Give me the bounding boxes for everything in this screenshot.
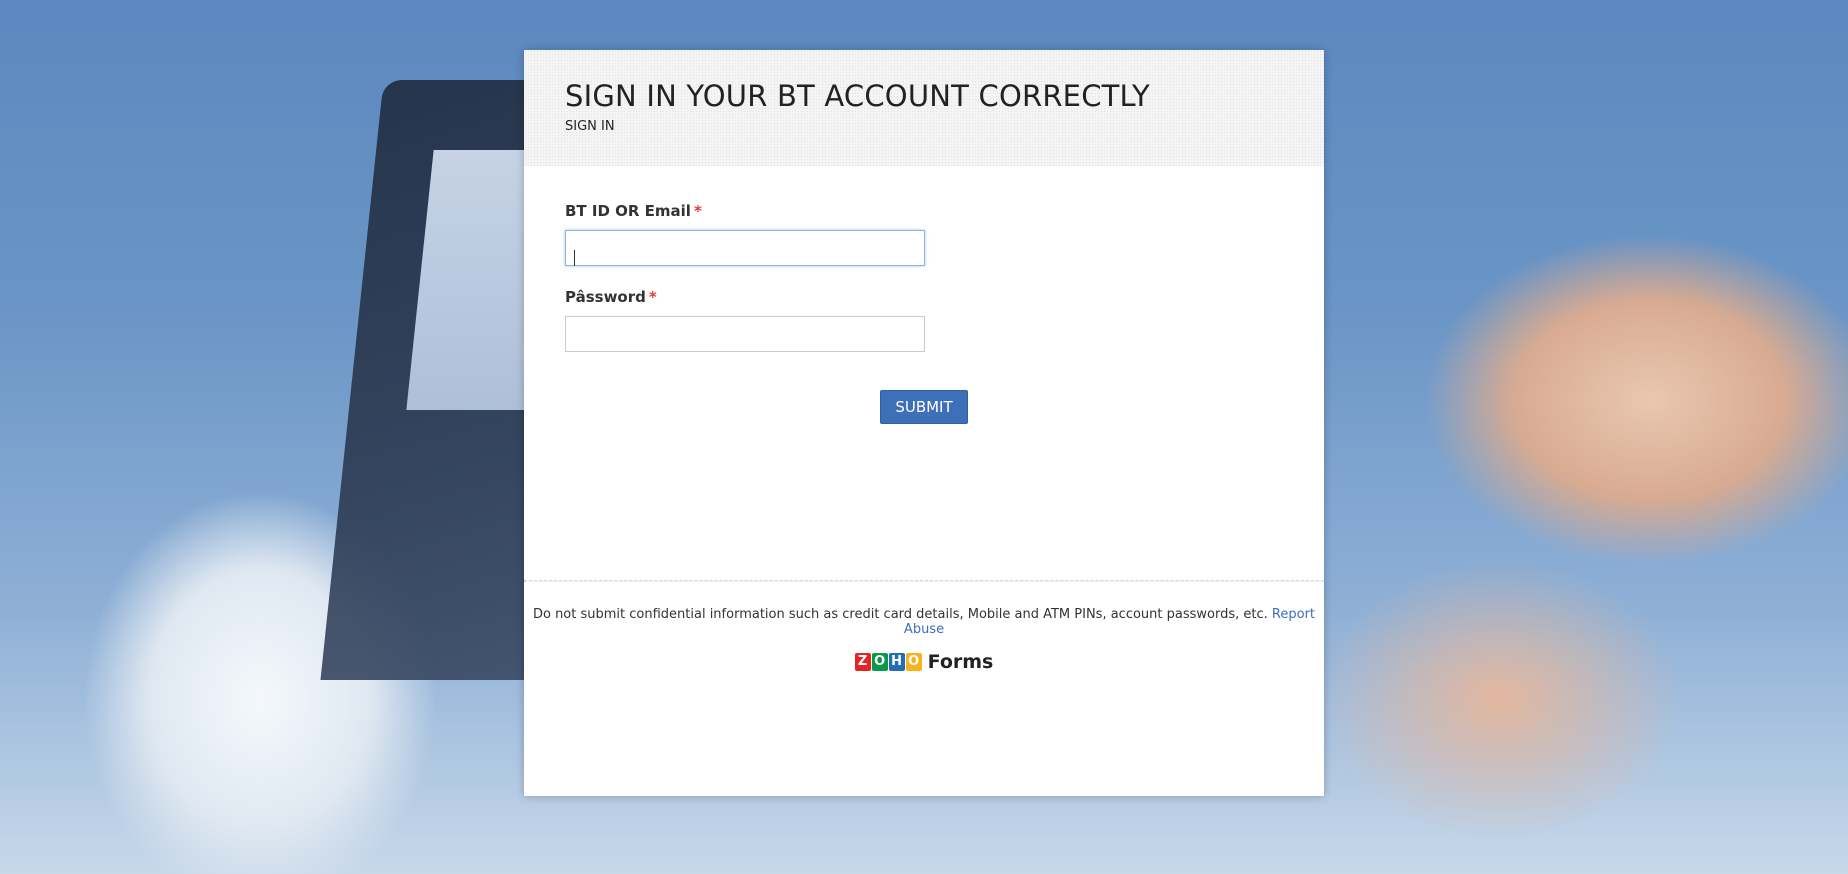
form-subtitle: SIGN IN [565, 119, 615, 134]
signin-form-card: SIGN IN YOUR BT ACCOUNT CORRECTLY SIGN I… [524, 50, 1324, 796]
form-title: SIGN IN YOUR BT ACCOUNT CORRECTLY [565, 79, 1150, 113]
form-header: SIGN IN YOUR BT ACCOUNT CORRECTLY SIGN I… [524, 50, 1324, 166]
email-field-group: BT ID OR Email * [565, 202, 1283, 266]
form-footer: Do not submit confidential information s… [524, 582, 1324, 673]
password-required-mark: * [648, 288, 657, 306]
zoho-forms-brand[interactable]: Z O H O Forms [854, 651, 994, 673]
submit-button[interactable]: SUBMIT [880, 390, 968, 424]
submit-wrap: SUBMIT [524, 390, 1324, 424]
email-label-text: BT ID OR Email [565, 202, 691, 220]
brand-text: Forms [927, 651, 994, 673]
password-label-text: Pâssword [565, 288, 646, 306]
email-input[interactable] [565, 230, 925, 266]
password-label: Pâssword * [565, 288, 1283, 306]
text-caret [574, 250, 575, 266]
password-field-group: Pâssword * [565, 288, 1283, 352]
zoho-logo-letter: Z [854, 653, 871, 671]
zoho-logo-letter: H [888, 653, 905, 671]
email-required-mark: * [693, 202, 702, 220]
email-label: BT ID OR Email * [565, 202, 1283, 220]
form-body: BT ID OR Email * Pâssword * SUBMIT [524, 166, 1324, 580]
disclaimer-message: Do not submit confidential information s… [532, 607, 1268, 622]
disclaimer-text: Do not submit confidential information s… [524, 607, 1324, 637]
zoho-logo-letter: O [871, 653, 888, 671]
zoho-logo-icon: Z O H O [854, 653, 922, 671]
zoho-logo-letter: O [905, 653, 922, 671]
password-input[interactable] [565, 316, 925, 352]
